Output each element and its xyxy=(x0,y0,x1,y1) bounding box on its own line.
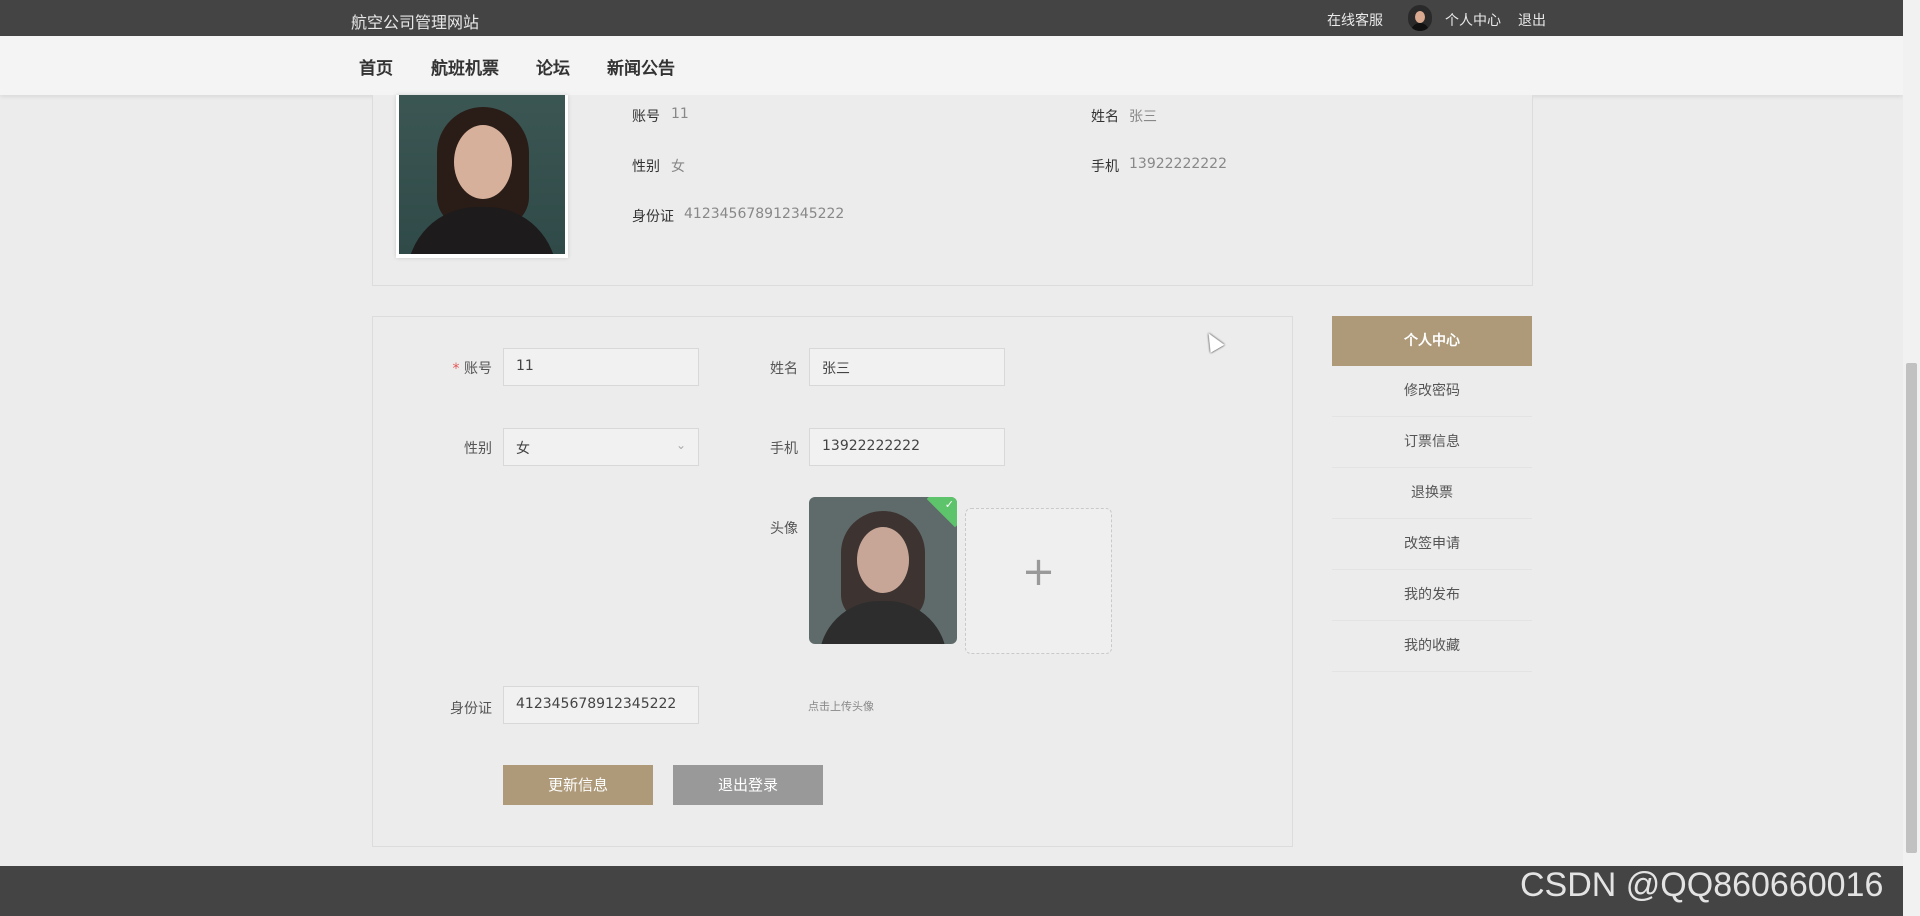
nav-item-flights[interactable]: 航班机票 xyxy=(431,54,499,79)
profile-phone-value: 13922222222 xyxy=(1129,156,1227,172)
profile-account-label: 账号 xyxy=(632,109,660,125)
nav-item-home[interactable]: 首页 xyxy=(359,54,393,79)
id-card-input[interactable]: 412345678912345222 xyxy=(503,686,699,724)
avatar-preview[interactable]: ✓ xyxy=(809,497,957,644)
required-mark: * xyxy=(452,361,460,377)
sidebar-item-change-password[interactable]: 修改密码 xyxy=(1332,366,1532,417)
phone-label: 手机 xyxy=(770,441,798,457)
phone-input[interactable]: 13922222222 xyxy=(809,428,1005,466)
watermark: CSDN @QQ860660016 xyxy=(1520,866,1884,904)
site-title: 航空公司管理网站 xyxy=(351,13,480,32)
profile-id-label: 身份证 xyxy=(632,209,674,225)
profile-name-value: 张三 xyxy=(1129,109,1157,125)
personal-center-sidebar: 个人中心 修改密码 订票信息 退换票 改签申请 我的发布 我的收藏 xyxy=(1332,316,1532,672)
sidebar-item-refunds[interactable]: 退换票 xyxy=(1332,468,1532,519)
account-label: * 账号 xyxy=(450,358,492,378)
sidebar-item-favorites[interactable]: 我的收藏 xyxy=(1332,621,1532,672)
sidebar-item-my-posts[interactable]: 我的发布 xyxy=(1332,570,1532,621)
chevron-down-icon: ⌄ xyxy=(675,438,686,452)
nav-item-news[interactable]: 新闻公告 xyxy=(607,54,675,79)
profile-account-value: 11 xyxy=(671,106,689,122)
gender-select[interactable]: 女 ⌄ xyxy=(503,428,699,466)
account-label-text: 账号 xyxy=(464,361,492,377)
gender-label: 性别 xyxy=(464,441,492,457)
top-bar: 航空公司管理网站 在线客服 个人中心 退出 xyxy=(0,0,1903,36)
upload-hint: 点击上传头像 xyxy=(808,700,874,713)
sidebar-item-bookings[interactable]: 订票信息 xyxy=(1332,417,1532,468)
avatar-label: 头像 xyxy=(770,521,798,537)
main-nav: 首页 航班机票 论坛 新闻公告 xyxy=(0,36,1903,95)
profile-photo xyxy=(396,95,568,258)
id-card-label: 身份证 xyxy=(450,701,492,717)
profile-phone-label: 手机 xyxy=(1091,159,1119,175)
gender-select-value: 女 xyxy=(516,441,530,457)
plus-icon: + xyxy=(1021,549,1056,595)
profile-gender-value: 女 xyxy=(671,159,685,175)
online-service-link[interactable]: 在线客服 xyxy=(1327,10,1383,30)
update-info-button[interactable]: 更新信息 xyxy=(503,765,653,805)
profile-id-value: 412345678912345222 xyxy=(684,206,845,222)
avatar-upload-button[interactable]: + xyxy=(965,508,1112,654)
sidebar-header[interactable]: 个人中心 xyxy=(1332,316,1532,366)
account-input[interactable]: 11 xyxy=(503,348,699,386)
check-icon: ✓ xyxy=(944,498,954,511)
name-label: 姓名 xyxy=(770,361,798,377)
personal-center-link[interactable]: 个人中心 xyxy=(1445,10,1501,30)
profile-gender-label: 性别 xyxy=(632,159,660,175)
user-avatar[interactable] xyxy=(1408,5,1432,31)
logout-link[interactable]: 退出 xyxy=(1518,10,1546,30)
scrollbar-thumb[interactable] xyxy=(1906,363,1917,853)
logout-button[interactable]: 退出登录 xyxy=(673,765,823,805)
name-input[interactable]: 张三 xyxy=(809,348,1005,386)
nav-item-forum[interactable]: 论坛 xyxy=(536,54,570,79)
profile-name-label: 姓名 xyxy=(1091,109,1119,125)
sidebar-item-reschedule[interactable]: 改签申请 xyxy=(1332,519,1532,570)
